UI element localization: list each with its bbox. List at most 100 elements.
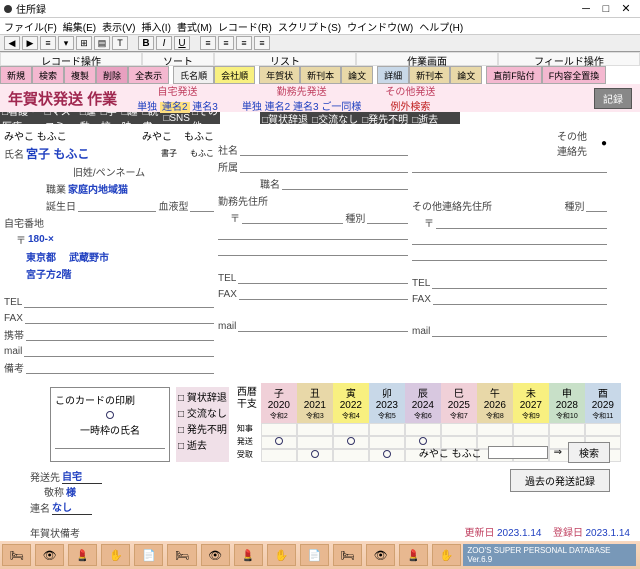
year-2028[interactable]: 申2028令和10 [549, 383, 585, 423]
ycell-0-8[interactable] [549, 423, 585, 436]
tool-c[interactable]: ⊞ [76, 36, 92, 50]
tool-fwd[interactable]: ▶ [22, 36, 38, 50]
work-opt-2[interactable]: 連名2 [265, 102, 291, 113]
act-work-1[interactable]: 新刊本 [409, 66, 450, 84]
minimize-button[interactable]: ─ [576, 2, 596, 16]
ycell-0-9[interactable] [585, 423, 621, 436]
ofax-input[interactable] [433, 293, 607, 305]
ycell-1-0[interactable] [261, 436, 297, 449]
tool-aj[interactable]: ≡ [254, 36, 270, 50]
otel-input[interactable] [432, 277, 607, 289]
act-sort-1[interactable]: 会社順 [214, 66, 255, 84]
footer-icon-7[interactable]: 💄 [234, 544, 263, 566]
footer-icon-12[interactable]: 💄 [399, 544, 428, 566]
ycell-0-5[interactable] [441, 423, 477, 436]
dot-icon[interactable]: ● [601, 138, 607, 149]
home-opt-2[interactable]: 連名2 [160, 102, 190, 113]
occ-value[interactable]: 家庭内地域猫 [68, 181, 128, 196]
tool-italic[interactable]: I [156, 36, 172, 50]
tool-bold[interactable]: B [138, 36, 154, 50]
footer-icon-11[interactable]: 👁 [366, 544, 395, 566]
oname-input[interactable] [412, 161, 607, 173]
otype-input[interactable] [586, 200, 607, 212]
blood-input[interactable] [190, 200, 214, 212]
footer-icon-2[interactable]: 💄 [68, 544, 97, 566]
menu-5[interactable]: レコード(R) [218, 19, 272, 34]
tel-input[interactable] [24, 296, 214, 308]
oaddr2-input[interactable] [412, 249, 607, 261]
wfax-input[interactable] [239, 288, 408, 300]
tool-back[interactable]: ◀ [4, 36, 20, 50]
ycell-1-3[interactable] [369, 436, 405, 449]
maximize-button[interactable]: □ [596, 2, 616, 16]
memo-input[interactable] [26, 362, 214, 374]
act-work-2[interactable]: 論文 [450, 66, 482, 84]
mob-input[interactable] [26, 329, 214, 341]
year-2021[interactable]: 丑2021令和3 [297, 383, 333, 423]
wzip-input[interactable] [242, 212, 343, 224]
year-2026[interactable]: 午2026令和8 [477, 383, 513, 423]
other-opt[interactable]: 例外検索 [385, 98, 435, 113]
act-rec-4[interactable]: 全表示 [128, 66, 169, 84]
print-chk-0[interactable]: □ 賀状辞退 [178, 389, 227, 404]
ycell-0-1[interactable] [297, 423, 333, 436]
year-2024[interactable]: 辰2024令和6 [405, 383, 441, 423]
print-chk-3[interactable]: □ 逝去 [178, 437, 227, 452]
footer-icon-9[interactable]: 📄 [300, 544, 329, 566]
ycell-1-1[interactable] [297, 436, 333, 449]
ycell-2-1[interactable] [297, 449, 333, 462]
year-2029[interactable]: 酉2029令和11 [585, 383, 621, 423]
act-list-1[interactable]: 新刊本 [300, 66, 341, 84]
act-list-0[interactable]: 年賀状 [259, 66, 300, 84]
tool-under[interactable]: U [174, 36, 190, 50]
act-rec-0[interactable]: 新規 [0, 66, 32, 84]
wtel-input[interactable] [238, 272, 408, 284]
dept-input[interactable] [240, 161, 408, 173]
act-rec-1[interactable]: 検索 [32, 66, 64, 84]
darkL-6[interactable]: □SNS [163, 113, 190, 124]
ycell-0-3[interactable] [369, 423, 405, 436]
menu-6[interactable]: スクリプト(S) [278, 19, 341, 34]
footer-icon-6[interactable]: 👁 [201, 544, 230, 566]
ycell-0-7[interactable] [513, 423, 549, 436]
tool-b[interactable]: ▾ [58, 36, 74, 50]
year-2022[interactable]: 寅2022令和4 [333, 383, 369, 423]
print-chk-1[interactable]: □ 交流なし [178, 405, 227, 420]
tool-a[interactable]: ≡ [40, 36, 56, 50]
act-sort-0[interactable]: 氏名順 [173, 66, 214, 84]
work-opt-3[interactable]: 連名3 [293, 102, 319, 113]
ycell-2-0[interactable] [261, 449, 297, 462]
search-input[interactable] [488, 446, 548, 459]
ycell-0-2[interactable] [333, 423, 369, 436]
year-2027[interactable]: 未2027令和9 [513, 383, 549, 423]
hon-value[interactable]: 様 [66, 484, 76, 499]
addr1[interactable]: 東京都 [26, 249, 56, 264]
act-field-0[interactable]: 直前F貼付 [486, 66, 542, 84]
ycell-0-4[interactable] [405, 423, 441, 436]
oaddr1-input[interactable] [412, 233, 607, 245]
waddr1-input[interactable] [218, 228, 408, 240]
year-2025[interactable]: 巳2025令和7 [441, 383, 477, 423]
register-button[interactable]: 記録 [594, 88, 632, 109]
waddr2-input[interactable] [218, 244, 408, 256]
year-2020[interactable]: 子2020令和2 [261, 383, 297, 423]
tool-ac[interactable]: ≡ [218, 36, 234, 50]
name-value[interactable]: 宮子 もふこ [26, 145, 89, 162]
wmail-input[interactable] [238, 320, 408, 332]
footer-icon-4[interactable]: 📄 [134, 544, 163, 566]
work-opt-1[interactable]: 単独 [242, 102, 262, 113]
ycell-0-6[interactable] [477, 423, 513, 436]
footer-icon-1[interactable]: 👁 [35, 544, 64, 566]
year-2023[interactable]: 卯2023令和5 [369, 383, 405, 423]
co-input[interactable] [240, 144, 408, 156]
home-opt-1[interactable]: 単独 [137, 102, 157, 113]
menu-8[interactable]: ヘルプ(H) [419, 19, 463, 34]
ycell-1-2[interactable] [333, 436, 369, 449]
footer-icon-3[interactable]: ✋ [101, 544, 130, 566]
omail-input[interactable] [432, 325, 607, 337]
tool-al[interactable]: ≡ [200, 36, 216, 50]
tmp-name-input[interactable] [55, 437, 165, 449]
con-value[interactable]: なし [52, 499, 92, 515]
footer-icon-0[interactable]: 🛏 [2, 544, 31, 566]
radio-icon[interactable] [106, 411, 114, 419]
